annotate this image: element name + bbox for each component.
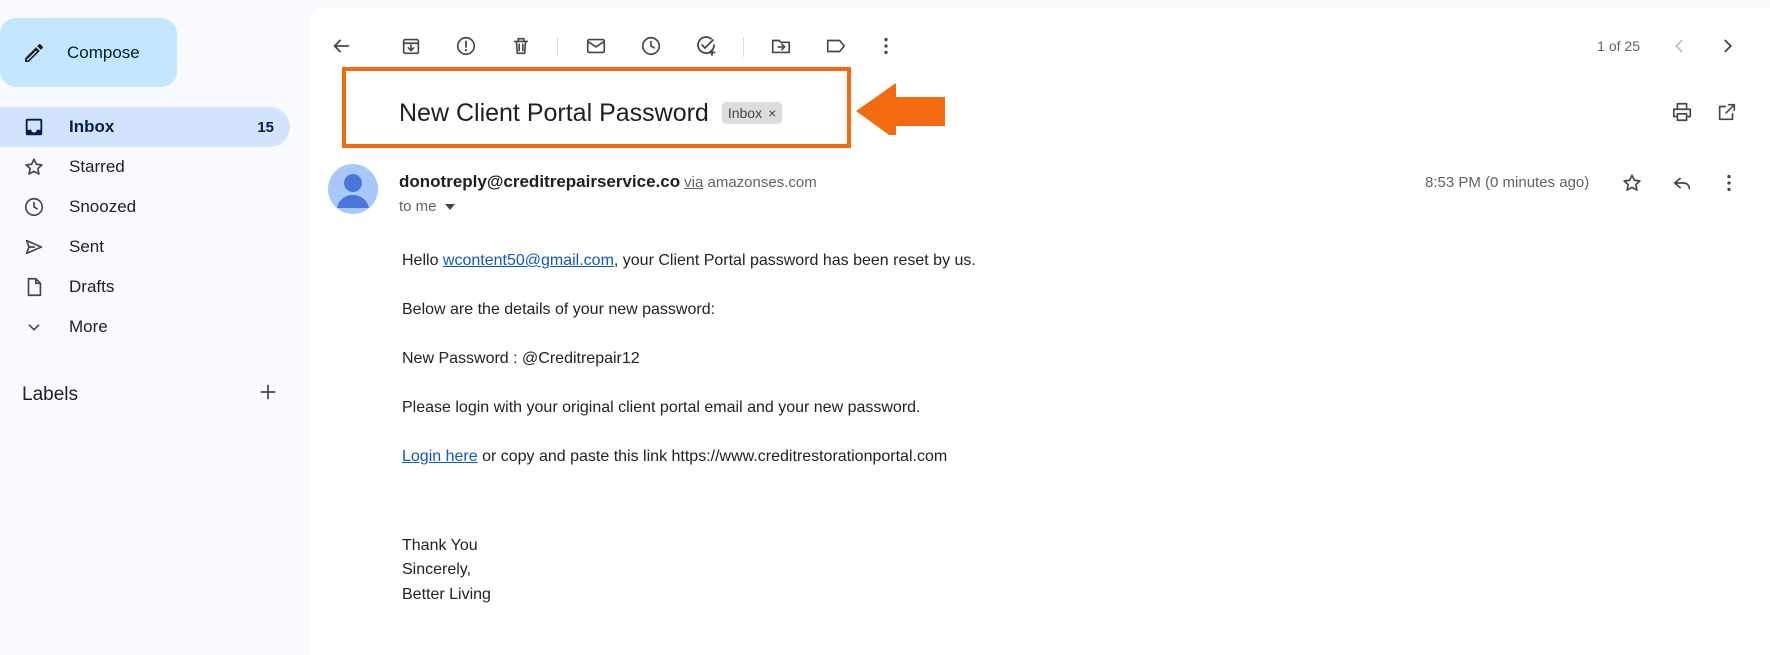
- sidebar-item-label: Snoozed: [69, 197, 137, 216]
- sidebar-item-label: Sent: [69, 237, 104, 256]
- sidebar-item-sent[interactable]: Sent: [0, 227, 290, 267]
- compose-button[interactable]: Compose: [0, 18, 177, 87]
- delete-icon[interactable]: [509, 34, 533, 58]
- message-toolbar: 1 of 25: [309, 22, 1770, 70]
- compose-label: Compose: [67, 42, 140, 62]
- label-icon[interactable]: [824, 34, 848, 58]
- star-icon: [22, 155, 46, 179]
- labels-title: Labels: [22, 383, 78, 405]
- annotation-arrow-icon: [856, 83, 945, 135]
- signoff-line: Sincerely,: [402, 561, 472, 578]
- message-view: 1 of 25 New Client Portal Password Inbox…: [309, 8, 1770, 655]
- greeting-suffix: , your Client Portal password has been r…: [613, 252, 976, 269]
- via-link[interactable]: via: [684, 174, 703, 191]
- nav-list: Inbox 15 Starred Snoozed Sent Drafts Mor…: [0, 107, 290, 347]
- back-icon[interactable]: [329, 34, 353, 58]
- pagination-count: 1 of 25: [1597, 38, 1640, 54]
- add-task-icon[interactable]: [694, 34, 718, 58]
- sidebar: Compose Inbox 15 Starred Snoozed Sent Dr…: [0, 0, 308, 655]
- sidebar-item-label: Starred: [69, 157, 125, 176]
- sender-avatar[interactable]: [328, 164, 378, 214]
- inbox-icon: [22, 115, 46, 139]
- sidebar-item-starred[interactable]: Starred: [0, 147, 290, 187]
- show-details-caret-icon[interactable]: [444, 203, 455, 210]
- sidebar-item-label: Drafts: [69, 277, 115, 296]
- via-domain: amazonses.com: [707, 174, 817, 191]
- chevron-down-icon: [22, 315, 46, 339]
- mark-unread-icon[interactable]: [584, 34, 608, 58]
- star-icon[interactable]: [1620, 171, 1644, 195]
- draft-icon: [22, 275, 46, 299]
- body-line-greeting: Hello wcontent50@gmail.com, your Client …: [402, 253, 976, 269]
- body-line-link: Login here or copy and paste this link h…: [402, 449, 947, 465]
- toolbar-divider: [557, 37, 558, 57]
- clock-icon: [22, 195, 46, 219]
- highlight-box: [342, 67, 851, 148]
- add-label-icon[interactable]: [258, 382, 278, 407]
- print-icon[interactable]: [1670, 100, 1694, 124]
- recipient-email-link[interactable]: wcontent50@gmail.com: [443, 252, 614, 269]
- sidebar-item-label: More: [69, 317, 108, 336]
- sidebar-item-drafts[interactable]: Drafts: [0, 267, 290, 307]
- sidebar-item-snoozed[interactable]: Snoozed: [0, 187, 290, 227]
- body-line-login-instructions: Please login with your original client p…: [402, 399, 921, 416]
- archive-icon[interactable]: [399, 34, 423, 58]
- open-in-new-window-icon[interactable]: [1715, 100, 1739, 124]
- more-vert-icon[interactable]: [874, 34, 898, 58]
- snooze-icon[interactable]: [639, 34, 663, 58]
- link-suffix: or copy and paste this link https://www.…: [477, 448, 948, 465]
- message-timestamp: 8:53 PM (0 minutes ago): [1425, 174, 1590, 191]
- labels-header: Labels: [22, 382, 278, 407]
- body-line-details: Below are the details of your new passwo…: [402, 301, 716, 318]
- sender-email[interactable]: donotreply@creditrepairservice.co: [399, 172, 680, 191]
- signoff-line: Thank You: [402, 537, 478, 554]
- via-text: via amazonses.com: [684, 174, 817, 191]
- report-spam-icon[interactable]: [454, 34, 478, 58]
- more-vert-icon[interactable]: [1717, 171, 1741, 195]
- greeting-prefix: Hello: [402, 252, 443, 269]
- move-to-icon[interactable]: [769, 34, 793, 58]
- send-icon: [22, 235, 46, 259]
- newer-chevron-left-icon[interactable]: [1667, 34, 1691, 58]
- reply-icon[interactable]: [1670, 171, 1694, 195]
- body-line-password: New Password : @Creditrepair12: [402, 350, 640, 367]
- sidebar-item-label: Inbox: [69, 117, 115, 136]
- older-chevron-right-icon[interactable]: [1716, 34, 1740, 58]
- sidebar-item-more[interactable]: More: [0, 307, 290, 347]
- sidebar-item-inbox[interactable]: Inbox 15: [0, 107, 290, 147]
- toolbar-divider: [743, 37, 744, 57]
- pencil-icon: [21, 40, 47, 66]
- recipient-line: to me: [399, 198, 455, 215]
- signoff-line: Better Living: [402, 586, 491, 603]
- sender-line: donotreply@creditrepairservice.co via ama…: [399, 172, 817, 192]
- unread-count: 15: [257, 118, 274, 136]
- login-here-link[interactable]: Login here: [402, 448, 478, 465]
- recipient-text: to me: [399, 198, 437, 215]
